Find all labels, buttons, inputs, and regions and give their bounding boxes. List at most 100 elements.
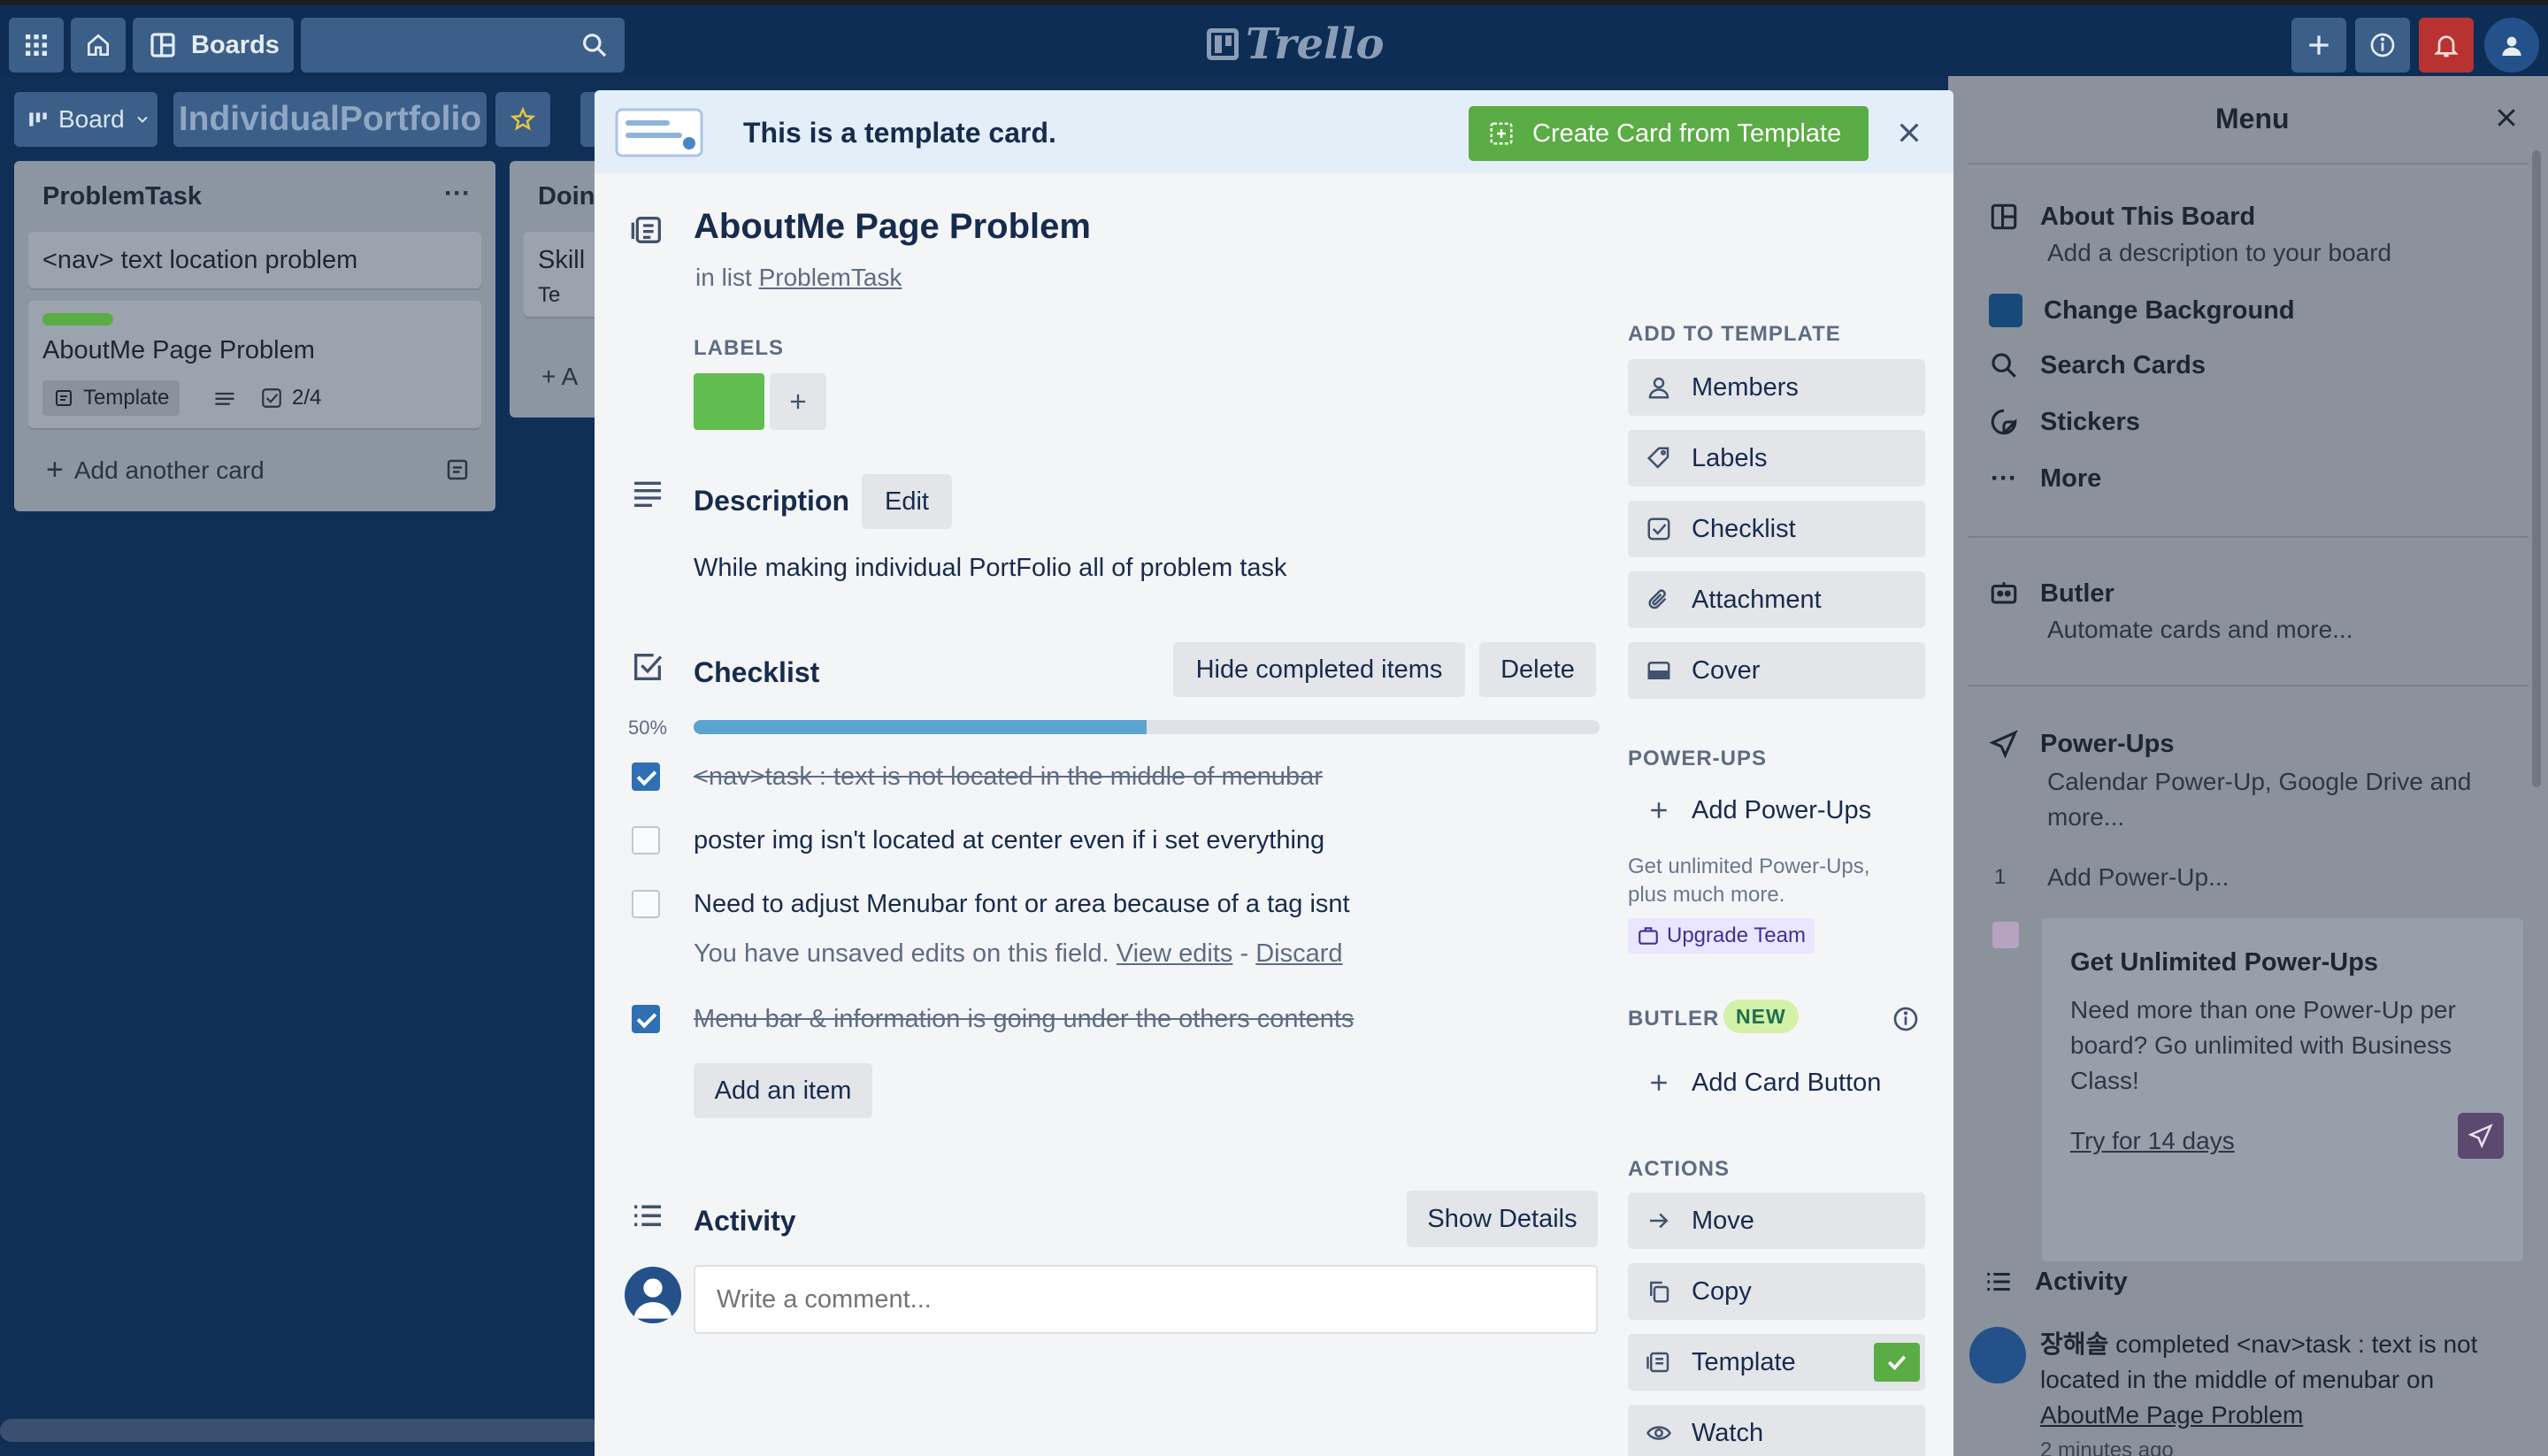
info-icon[interactable] — [1892, 1005, 1920, 1033]
list-menu-icon[interactable]: ··· — [444, 179, 471, 209]
in-list-prefix: in list — [695, 264, 752, 291]
search-input[interactable] — [301, 18, 625, 73]
checklist-item-text[interactable]: <nav>task : text is not located in the m… — [694, 762, 1323, 792]
info-button[interactable] — [2355, 18, 2410, 73]
powerups-item[interactable]: Power-Ups — [1989, 729, 2174, 759]
star-board-button[interactable] — [495, 92, 550, 147]
template-add-icon — [1490, 122, 1513, 145]
add-card-button-button[interactable]: Add Card Button — [1628, 1054, 1925, 1111]
plus-icon — [2309, 35, 2329, 55]
board-view-switcher[interactable]: Board — [14, 92, 157, 147]
labels-button[interactable]: Labels — [1628, 430, 1925, 487]
list-title[interactable]: Doin — [538, 182, 595, 211]
create-button[interactable] — [2291, 18, 2346, 73]
card-title[interactable]: AboutMe Page Problem — [694, 207, 1091, 247]
create-from-template-icon[interactable] — [444, 456, 471, 483]
butler-title: Butler — [2040, 579, 2114, 608]
checklist-item-text[interactable]: Need to adjust Menubar font or area beca… — [694, 890, 1350, 919]
add-powerup-link[interactable]: Add Power-Up... — [2047, 863, 2229, 892]
about-board-subtitle: Add a description to your board — [2047, 239, 2392, 266]
label-green[interactable] — [694, 373, 764, 430]
unsaved-edits-notice: You have unsaved edits on this field. Vi… — [694, 939, 1343, 969]
checklist-button[interactable]: Checklist — [1628, 501, 1925, 557]
description-text[interactable]: While making individual PortFolio all of… — [694, 554, 1287, 583]
activity-card-link[interactable]: AboutMe Page Problem — [2040, 1401, 2303, 1429]
activity-user-avatar[interactable] — [1969, 1327, 2026, 1383]
separator: - — [1239, 939, 1249, 968]
list-title[interactable]: ProblemTask — [42, 182, 202, 211]
user-avatar-button[interactable] — [2484, 18, 2539, 73]
create-card-from-template-button[interactable]: Create Card from Template — [1469, 106, 1869, 161]
commenter-avatar[interactable] — [625, 1267, 681, 1323]
apps-grid-button[interactable] — [9, 18, 64, 73]
boards-button[interactable]: Boards — [133, 18, 294, 73]
menu-scrollbar[interactable] — [2532, 150, 2541, 787]
board-icon — [1991, 203, 2017, 230]
more-dots-icon: ··· — [1991, 464, 2017, 493]
checklist-item-text[interactable]: Menu bar & information is going under th… — [694, 1005, 1354, 1034]
powerups-title: Power-Ups — [2040, 729, 2175, 758]
stickers-label: Stickers — [2040, 407, 2140, 436]
card-template-icon — [631, 217, 661, 243]
edit-description-button[interactable]: Edit — [862, 474, 952, 529]
checklist-item-checkbox[interactable] — [632, 826, 660, 854]
stickers-item[interactable]: Stickers — [1989, 407, 2140, 437]
card-nav-text-location[interactable]: <nav> text location problem — [28, 232, 481, 288]
home-button[interactable] — [71, 18, 126, 73]
change-background-item[interactable]: Change Background — [1989, 294, 2295, 327]
comment-input[interactable] — [694, 1265, 1598, 1334]
hide-completed-items-button[interactable]: Hide completed items — [1173, 642, 1465, 697]
template-enabled-check — [1874, 1343, 1920, 1382]
attachment-button[interactable]: Attachment — [1628, 571, 1925, 628]
members-label: Members — [1692, 372, 1799, 402]
add-card-button[interactable]: + A — [541, 363, 578, 391]
tag-icon — [1646, 447, 1669, 469]
board-title[interactable]: IndividualPortfolio — [173, 92, 487, 147]
copy-button[interactable]: Copy — [1628, 1263, 1925, 1320]
add-card-button[interactable]: + Add another card — [46, 453, 265, 487]
delete-checklist-button[interactable]: Delete — [1479, 642, 1596, 697]
checklist-item-text[interactable]: poster img isn't located at center even … — [694, 826, 1324, 855]
template-banner: This is a template card. Create Card fro… — [595, 90, 1953, 173]
members-button[interactable]: Members — [1628, 359, 1925, 416]
close-menu-icon[interactable] — [2493, 104, 2520, 131]
promo-trial-link[interactable]: Try for 14 days — [2070, 1127, 2235, 1155]
add-card-label: A — [561, 363, 579, 390]
notifications-button[interactable] — [2419, 18, 2474, 73]
board-scrollbar[interactable] — [0, 1419, 602, 1442]
move-button[interactable]: Move — [1628, 1192, 1925, 1249]
search-icon — [1992, 353, 2016, 378]
add-label-button[interactable] — [770, 373, 826, 430]
checklist-item-checkbox[interactable] — [632, 890, 660, 918]
card-aboutme-page-problem[interactable]: AboutMe Page Problem Template 2/4 — [28, 301, 481, 428]
add-powerups-button[interactable]: Add Power-Ups — [1628, 782, 1925, 839]
more-label: More — [2040, 464, 2102, 493]
search-icon — [583, 34, 607, 57]
template-toggle-button[interactable]: Template — [1628, 1334, 1925, 1391]
checklist-item-checkbox[interactable] — [632, 1005, 660, 1033]
close-modal-icon[interactable] — [1895, 119, 1923, 147]
list-problemtask: ProblemTask ··· <nav> text location prob… — [14, 161, 495, 511]
checklist-badge: 2/4 — [260, 386, 321, 410]
checklist-item-checkbox[interactable] — [632, 762, 660, 791]
butler-item[interactable]: Butler — [1989, 579, 2114, 609]
search-cards-item[interactable]: Search Cards — [1989, 350, 2206, 380]
show-details-button[interactable]: Show Details — [1407, 1191, 1598, 1247]
about-board-item[interactable]: About This Board — [1989, 202, 2255, 232]
list-name-link[interactable]: ProblemTask — [759, 264, 902, 291]
discard-link[interactable]: Discard — [1255, 939, 1342, 968]
promo-rocket-button[interactable] — [2458, 1113, 2504, 1159]
cover-button[interactable]: Cover — [1628, 642, 1925, 699]
trello-logo[interactable]: Trello — [1207, 19, 1385, 69]
description-icon — [215, 392, 234, 405]
labels-heading: LABELS — [694, 336, 784, 360]
cover-icon — [1647, 662, 1670, 679]
checklist-progress-fill — [694, 720, 1147, 734]
board-menu-sidebar: Menu About This Board Add a description … — [1948, 76, 2548, 1456]
upgrade-team-button[interactable]: Upgrade Team — [1628, 918, 1815, 954]
card-label-green — [42, 313, 113, 326]
watch-button[interactable]: Watch — [1628, 1405, 1925, 1456]
view-edits-link[interactable]: View edits — [1117, 939, 1233, 968]
more-item[interactable]: ··· More — [1989, 464, 2101, 494]
add-checklist-item-button[interactable]: Add an item — [694, 1063, 872, 1118]
